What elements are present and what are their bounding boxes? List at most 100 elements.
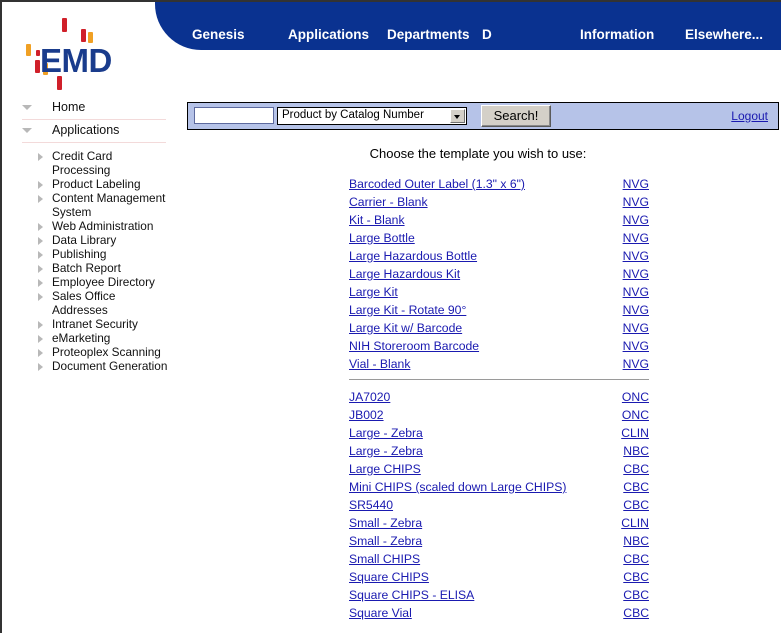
chevron-down-icon[interactable] — [450, 109, 465, 123]
sidebar-item-sales-office-addresses[interactable]: Sales Office Addresses — [4, 289, 172, 317]
sidebar-item-publishing[interactable]: Publishing — [4, 247, 172, 261]
template-link[interactable]: Kit - Blank — [349, 213, 405, 227]
template-code-link[interactable]: CBC — [623, 552, 649, 566]
template-link[interactable]: NIH Storeroom Barcode — [349, 339, 479, 353]
template-code-link[interactable]: NVG — [623, 303, 649, 317]
template-link[interactable]: Large Hazardous Bottle — [349, 249, 477, 263]
table-row[interactable]: Large Kit w/ Barcode NVG — [349, 319, 649, 337]
sidebar-item-content-management-system[interactable]: Content Management System — [4, 191, 172, 219]
nav-item-information[interactable]: Information — [580, 27, 654, 42]
table-row[interactable]: Vial - Blank NVG — [349, 355, 649, 373]
template-code-link[interactable]: CLIN — [621, 516, 649, 530]
template-code-link[interactable]: ONC — [622, 390, 649, 404]
template-code-link[interactable]: NVG — [623, 321, 649, 335]
template-code-link[interactable]: NVG — [623, 249, 649, 263]
table-row[interactable]: Barcoded Outer Label (1.3" x 6") NVG — [349, 175, 649, 193]
table-row[interactable]: NIH Storeroom Barcode NVG — [349, 337, 649, 355]
table-row[interactable]: Square Vial CBC — [349, 604, 649, 622]
template-link[interactable]: Mini CHIPS (scaled down Large CHIPS) — [349, 480, 566, 494]
template-code-link[interactable]: CBC — [623, 480, 649, 494]
search-category-select[interactable]: Product by Catalog Number — [277, 107, 467, 125]
template-code-link[interactable]: CBC — [623, 462, 649, 476]
table-row[interactable]: Square CHIPS - ELISA CBC — [349, 586, 649, 604]
template-code-link[interactable]: NVG — [623, 267, 649, 281]
template-code-link[interactable]: NVG — [623, 213, 649, 227]
template-link[interactable]: Large Kit w/ Barcode — [349, 321, 462, 335]
sidebar-item-emarketing[interactable]: eMarketing — [4, 331, 172, 345]
table-row[interactable]: Large Kit - Rotate 90° NVG — [349, 301, 649, 319]
sidebar-item-proteoplex-scanning[interactable]: Proteoplex Scanning — [4, 345, 172, 359]
sidebar-item-employee-directory[interactable]: Employee Directory — [4, 275, 172, 289]
table-row[interactable]: Large - Zebra NBC — [349, 442, 649, 460]
template-code-link[interactable]: CBC — [623, 498, 649, 512]
template-code-link[interactable]: NBC — [623, 444, 649, 458]
template-code-link[interactable]: NVG — [623, 339, 649, 353]
table-row[interactable]: Small - Zebra NBC — [349, 532, 649, 550]
template-link[interactable]: Large - Zebra — [349, 444, 423, 458]
nav-item-elsewhere[interactable]: Elsewhere... — [685, 27, 763, 42]
template-link[interactable]: Small - Zebra — [349, 534, 422, 548]
template-link[interactable]: Large Bottle — [349, 231, 415, 245]
sidebar-item-intranet-security[interactable]: Intranet Security — [4, 317, 172, 331]
table-row[interactable]: SR5440 CBC — [349, 496, 649, 514]
search-input[interactable] — [194, 107, 274, 124]
template-link[interactable]: Large Kit - Rotate 90° — [349, 303, 466, 317]
table-row[interactable]: Carrier - Blank NVG — [349, 193, 649, 211]
table-row[interactable]: JB002 ONC — [349, 406, 649, 424]
template-code-link[interactable]: CBC — [623, 570, 649, 584]
sidebar-item-product-labeling[interactable]: Product Labeling — [4, 177, 172, 191]
table-row[interactable]: Large Hazardous Bottle NVG — [349, 247, 649, 265]
template-link[interactable]: Large Kit — [349, 285, 398, 299]
sidebar-item-home[interactable]: Home — [22, 97, 166, 120]
table-row[interactable]: Square CHIPS CBC — [349, 568, 649, 586]
sidebar-item-data-library[interactable]: Data Library — [4, 233, 172, 247]
template-code-link[interactable]: NVG — [623, 177, 649, 191]
template-code-link[interactable]: NBC — [623, 534, 649, 548]
table-row[interactable]: Kit - Blank NVG — [349, 211, 649, 229]
search-button[interactable]: Search! — [481, 105, 551, 127]
table-row[interactable]: Mini CHIPS (scaled down Large CHIPS) CBC — [349, 478, 649, 496]
template-code-link[interactable]: ONC — [622, 408, 649, 422]
table-row[interactable]: JA7020 ONC — [349, 388, 649, 406]
sidebar-item-applications[interactable]: Applications — [22, 120, 166, 143]
template-code-link[interactable]: CBC — [623, 588, 649, 602]
template-code-link[interactable]: CBC — [623, 606, 649, 620]
template-link[interactable]: Large - Zebra — [349, 426, 423, 440]
template-link[interactable]: Square CHIPS - ELISA — [349, 588, 474, 602]
nav-item-departments[interactable]: Departments — [387, 27, 470, 42]
table-row[interactable]: Small - Zebra CLIN — [349, 514, 649, 532]
template-link[interactable]: Barcoded Outer Label (1.3" x 6") — [349, 177, 525, 191]
template-link[interactable]: Small - Zebra — [349, 516, 422, 530]
nav-item-genesis[interactable]: Genesis — [192, 27, 245, 42]
table-row[interactable]: Large Kit NVG — [349, 283, 649, 301]
sidebar-item-document-generation[interactable]: Document Generation — [4, 359, 172, 373]
table-row[interactable]: Large - Zebra CLIN — [349, 424, 649, 442]
template-code-link[interactable]: NVG — [623, 357, 649, 371]
template-link[interactable]: Large Hazardous Kit — [349, 267, 460, 281]
sidebar-item-credit-card-processing[interactable]: Credit Card Processing — [4, 149, 172, 177]
template-link[interactable]: JA7020 — [349, 390, 390, 404]
template-code-link[interactable]: NVG — [623, 195, 649, 209]
template-name-cell: Large - Zebra — [349, 424, 615, 442]
template-link[interactable]: SR5440 — [349, 498, 393, 512]
template-code-link[interactable]: NVG — [623, 231, 649, 245]
table-row[interactable]: Small CHIPS CBC — [349, 550, 649, 568]
template-code-link[interactable]: NVG — [623, 285, 649, 299]
template-link[interactable]: Vial - Blank — [349, 357, 410, 371]
logout-link[interactable]: Logout — [731, 109, 768, 123]
group-separator-row — [349, 373, 649, 388]
sidebar-item-web-administration[interactable]: Web Administration — [4, 219, 172, 233]
table-row[interactable]: Large Bottle NVG — [349, 229, 649, 247]
template-link[interactable]: Small CHIPS — [349, 552, 420, 566]
template-link[interactable]: Square CHIPS — [349, 570, 429, 584]
sidebar-item-batch-report[interactable]: Batch Report — [4, 261, 172, 275]
template-link[interactable]: JB002 — [349, 408, 384, 422]
template-link[interactable]: Square Vial — [349, 606, 412, 620]
table-row[interactable]: Large CHIPS CBC — [349, 460, 649, 478]
template-link[interactable]: Carrier - Blank — [349, 195, 428, 209]
template-link[interactable]: Large CHIPS — [349, 462, 421, 476]
template-code-link[interactable]: CLIN — [621, 426, 649, 440]
nav-item-d[interactable]: D — [482, 27, 492, 42]
table-row[interactable]: Large Hazardous Kit NVG — [349, 265, 649, 283]
nav-item-applications[interactable]: Applications — [288, 27, 369, 42]
